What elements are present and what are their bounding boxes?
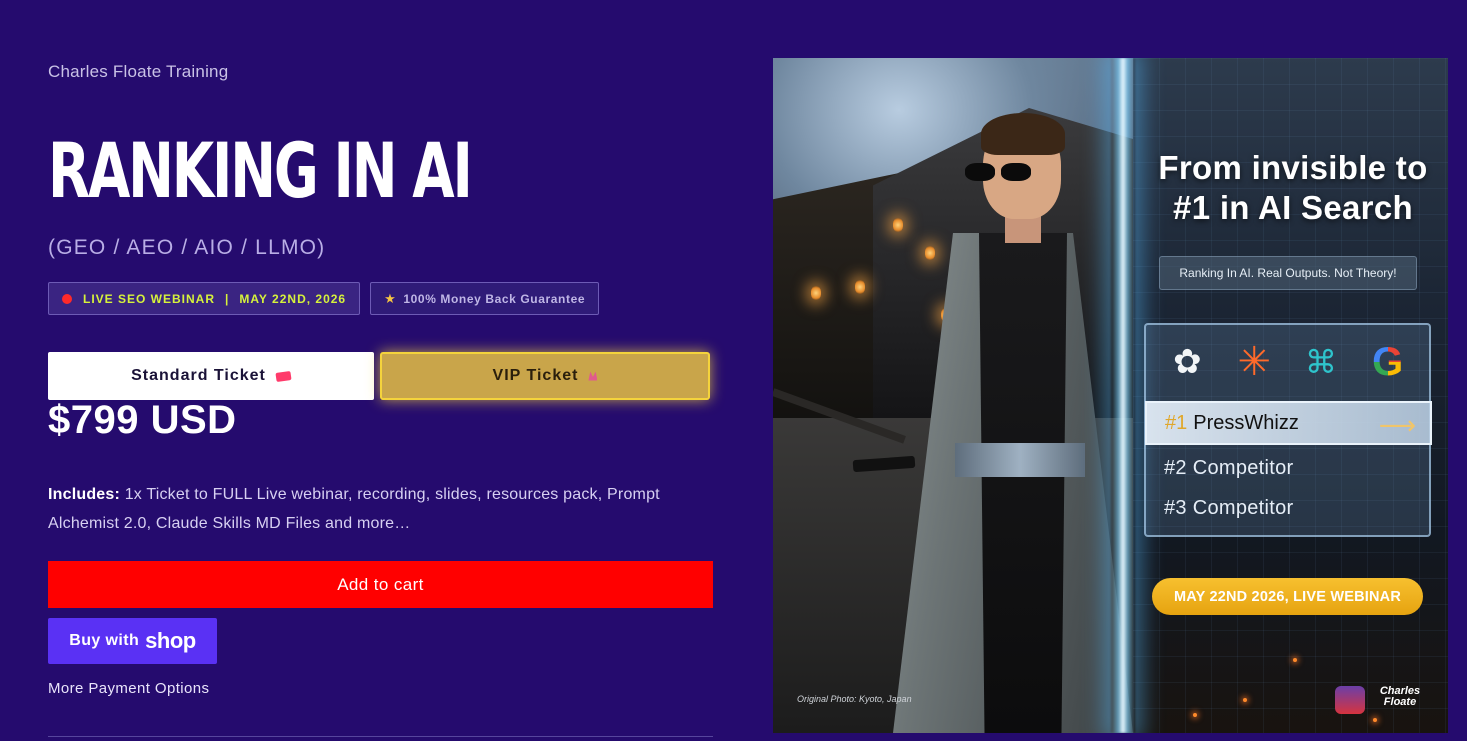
vip-ticket-label: VIP Ticket: [492, 367, 579, 384]
product-title: RANKING IN AI: [48, 126, 473, 215]
product-info-panel: Charles Floate Training RANKING IN AI (G…: [48, 0, 713, 741]
promo-headline-line2: #1 in AI Search: [1173, 189, 1413, 226]
claude-icon: ✳: [1237, 340, 1271, 384]
brand-mascot-icon: [1335, 686, 1365, 714]
sunglasses-icon: [965, 163, 1035, 181]
standard-ticket-option[interactable]: Standard Ticket: [48, 352, 374, 400]
buy-with-shop-button[interactable]: Buy with shop: [48, 618, 217, 664]
buy-with-label: Buy with: [69, 632, 140, 649]
crown-icon: [588, 371, 598, 381]
rank-3-row: #3 Competitor: [1164, 497, 1294, 519]
price: $799 USD: [48, 398, 237, 442]
man-in-kimono: [852, 113, 1133, 733]
webinar-date-banner: MAY 22ND 2026, LIVE WEBINAR: [1152, 578, 1423, 615]
includes-text: Includes: 1x Ticket to FULL Live webinar…: [48, 480, 708, 538]
perplexity-icon: ⌘: [1304, 344, 1337, 380]
webinar-date: MAY 22ND, 2026: [239, 291, 347, 306]
product-subtitle: (GEO / AEO / AIO / LLMO): [48, 236, 326, 259]
ai-logos-row: ✿ ✳ ⌘ G: [1146, 325, 1429, 399]
arrow-right-icon: ⟶: [1378, 410, 1416, 440]
vip-ticket-option[interactable]: VIP Ticket: [380, 352, 710, 400]
guarantee-label: 100% Money Back Guarantee: [403, 291, 586, 306]
live-label: LIVE SEO WEBINAR: [83, 291, 216, 306]
rank-2-row: #2 Competitor: [1164, 457, 1294, 479]
promo-headline: From invisible to #1 in AI Search: [1143, 148, 1443, 228]
product-image[interactable]: From invisible to #1 in AI Search Rankin…: [773, 58, 1448, 733]
badge-separator: |: [225, 291, 230, 306]
add-to-cart-button[interactable]: Add to cart: [48, 561, 713, 608]
ember: [1373, 718, 1377, 722]
includes-body: 1x Ticket to FULL Live webinar, recordin…: [48, 486, 660, 532]
rank-1-name: PressWhizz: [1193, 411, 1299, 434]
rank-1-number: #1: [1165, 411, 1188, 434]
ember: [1293, 658, 1297, 662]
promo-tagline: Ranking In AI. Real Outputs. Not Theory!: [1159, 256, 1417, 290]
inner-robe: [979, 233, 1067, 733]
ticket-selector: Standard Ticket VIP Ticket: [48, 352, 710, 400]
more-payment-options-link[interactable]: More Payment Options: [48, 680, 209, 697]
photo-credit: Original Photo: Kyoto, Japan: [797, 694, 912, 704]
live-webinar-badge: LIVE SEO WEBINAR | MAY 22ND, 2026: [48, 282, 361, 315]
google-icon: G: [1368, 342, 1408, 382]
ember: [1193, 713, 1197, 717]
hair: [981, 113, 1065, 155]
vendor-name: Charles Floate Training: [48, 62, 229, 81]
openai-icon: ✿: [1173, 343, 1202, 381]
shop-logo: shop: [145, 628, 196, 653]
divider: [48, 736, 713, 737]
ticket-icon: [275, 370, 292, 382]
lightning-bolt: [1111, 58, 1135, 733]
star-icon: ★: [384, 290, 397, 306]
badge-row: LIVE SEO WEBINAR | MAY 22ND, 2026 ★ 100%…: [48, 282, 600, 315]
promo-headline-line1: From invisible to: [1158, 149, 1428, 186]
includes-label: Includes:: [48, 486, 121, 503]
rank-1-row: #1 PressWhizz ⟶: [1145, 401, 1432, 445]
lantern: [855, 280, 865, 294]
ranking-card: ✿ ✳ ⌘ G #1 PressWhizz ⟶ #2 Competitor #3…: [1144, 323, 1432, 537]
lantern: [811, 286, 821, 300]
brand-logo: Charles Floate: [1369, 686, 1431, 714]
brand-line2: Floate: [1383, 696, 1417, 708]
obi-belt: [955, 443, 1085, 477]
standard-ticket-label: Standard Ticket: [131, 367, 266, 384]
live-dot-icon: [62, 293, 72, 304]
guarantee-badge: ★ 100% Money Back Guarantee: [370, 282, 600, 315]
ember: [1243, 698, 1247, 702]
